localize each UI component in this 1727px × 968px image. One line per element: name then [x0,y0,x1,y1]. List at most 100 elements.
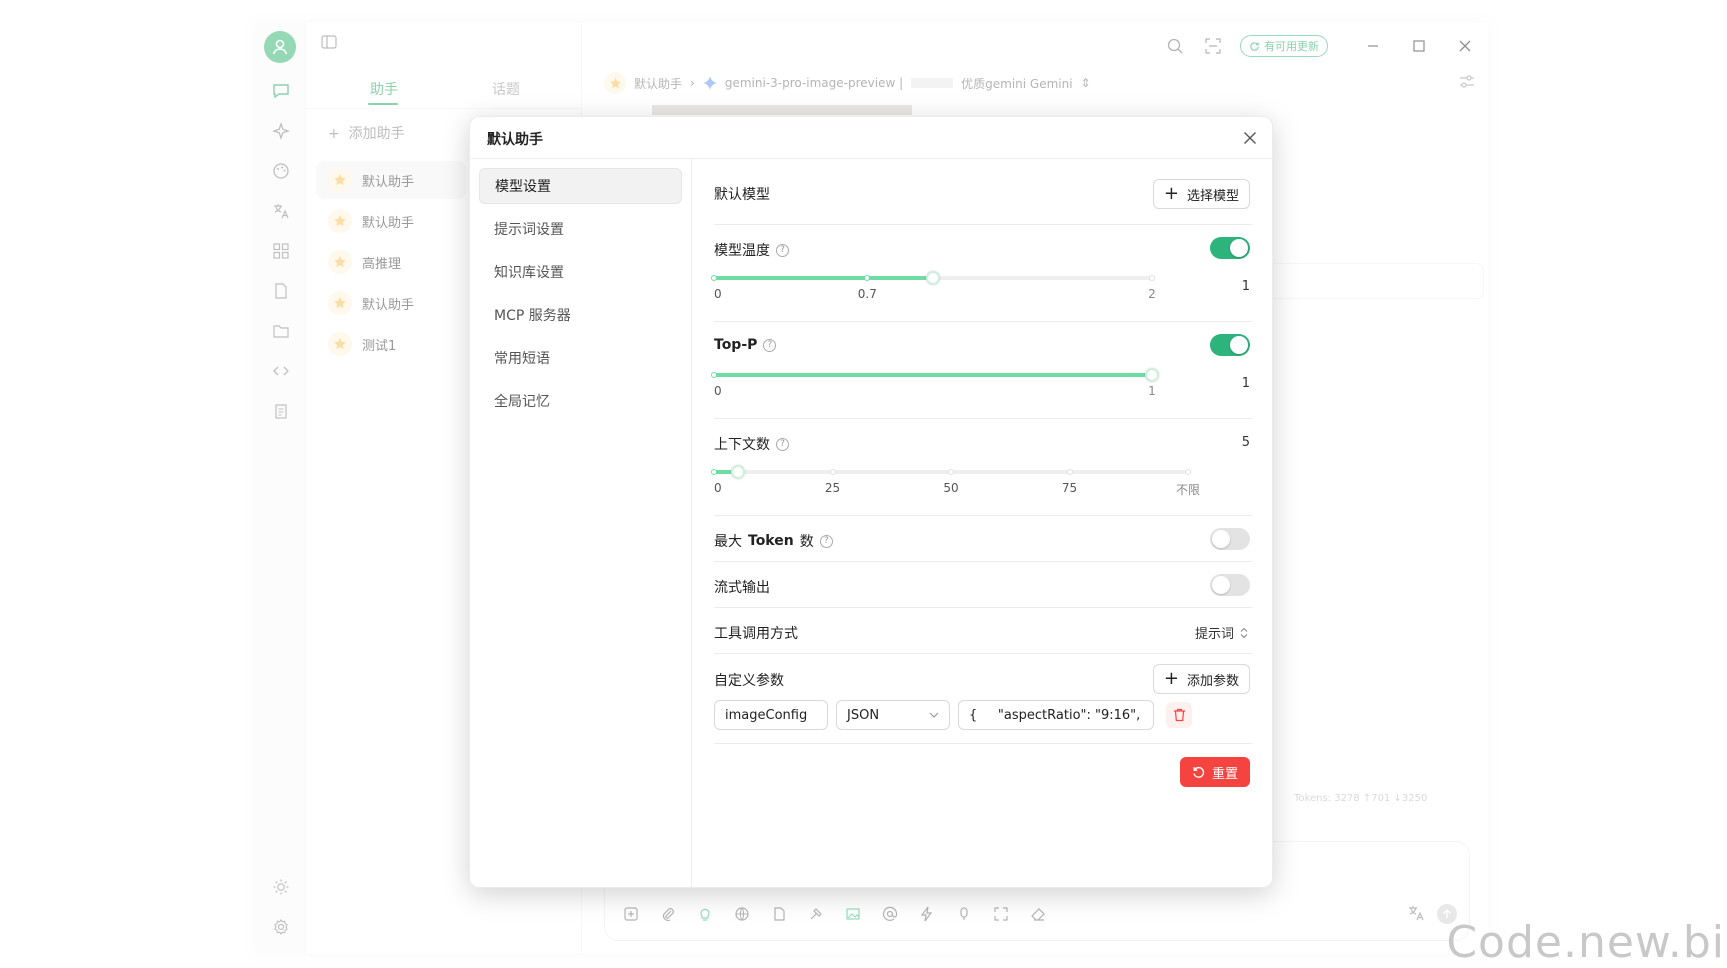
toggle-knob [1212,530,1230,548]
top-p-slider-mark-label: 1 [1148,384,1156,398]
model-settings-panel: 默认模型 + 选择模型 模型温度 ? 0 0.7 2 1 Top-P ? 01 1 … [692,159,1274,887]
temperature-toggle[interactable] [1210,237,1250,259]
context-count-slider-mark-dot [1185,469,1191,475]
context-count-marks: 0 25 50 75 不限 [714,481,1200,497]
custom-params-label-text: 自定义参数 [714,673,784,689]
context-count-slider-handle[interactable] [730,465,745,479]
plus-icon: + [1163,668,1179,689]
temperature-slider[interactable] [711,271,1155,285]
param-value-input[interactable]: { "aspectRatio": "9:16", " [958,700,1154,730]
dialog-close-icon[interactable] [1240,128,1260,148]
temperature-value: 1 [1241,279,1250,294]
stream-output-toggle[interactable] [1210,574,1250,596]
delete-param-button[interactable] [1166,702,1192,728]
nav-prompt-settings[interactable]: 提示词设置 [479,211,682,247]
max-tokens-label-token: Token [748,533,794,549]
temperature-slider-track [714,276,933,280]
context-count-value: 5 [1241,435,1250,450]
temperature-slider-handle[interactable] [926,271,940,285]
select-model-button[interactable]: + 选择模型 [1152,179,1250,209]
divider [714,743,1252,744]
select-model-label: 选择模型 [1186,188,1239,204]
top-p-value: 1 [1241,376,1250,391]
context-count-slider-mark-label: 0 [714,481,722,495]
top-p-slider-mark-label: 0 [714,384,722,398]
reset-button[interactable]: 重置 [1179,757,1250,787]
temperature-label: 模型温度 ? [714,240,789,260]
temperature-label-text: 模型温度 [714,243,770,259]
divider [714,321,1252,322]
toggle-knob [1212,576,1230,594]
divider [714,607,1252,608]
default-model-label: 默认模型 [714,184,770,204]
param-name-input[interactable]: imageConfig [714,700,828,730]
top-p-slider-handle[interactable] [1145,368,1159,382]
tool-call-mode-label-text: 工具调用方式 [714,626,798,642]
reset-icon [1193,766,1205,778]
param-type-value: JSON [847,707,880,723]
top-p-slider-track [714,373,1152,377]
context-count-slider-mark-dot [948,469,954,475]
default-model-label-text: 默认模型 [714,187,770,203]
divider [714,515,1252,516]
temperature-slider-mark-label: 0 [714,287,722,301]
help-icon[interactable]: ? [819,534,833,548]
context-count-slider-mark-label: 不限 [1175,483,1201,497]
chevron-down-icon [929,712,939,718]
nav-knowledge-base-settings[interactable]: 知识库设置 [479,254,682,290]
temperature-marks: 0 0.7 2 [714,287,1156,303]
add-param-button[interactable]: + 添加参数 [1152,664,1250,694]
context-count-slider-mark-label: 75 [1061,481,1078,495]
divider [714,561,1252,562]
context-count-slider-mark-dot [711,469,717,475]
reset-label: 重置 [1211,766,1238,782]
divider [714,653,1252,654]
top-p-label-text: Top-P [714,337,758,353]
nav-model-settings[interactable]: 模型设置 [479,168,682,204]
temperature-slider-mark-dot [1149,275,1155,281]
divider [714,418,1252,419]
max-tokens-toggle[interactable] [1210,528,1250,550]
top-p-label: Top-P ? [714,337,777,353]
tool-call-mode-label: 工具调用方式 [714,623,798,643]
top-p-toggle[interactable] [1210,334,1250,356]
custom-params-label: 自定义参数 [714,670,784,690]
context-count-slider-mark-dot [1066,469,1073,475]
plus-icon: + [1163,183,1179,204]
divider [714,224,1252,225]
help-icon[interactable]: ? [776,243,789,257]
tool-call-mode-select[interactable]: 提示词 [1195,623,1248,642]
assistant-settings-dialog: 默认助手 模型设置 提示词设置 知识库设置 MCP 服务器 常用短语 全局记忆 … [469,116,1274,888]
add-param-label: 添加参数 [1186,673,1239,689]
context-count-slider-mark-label: 50 [943,481,959,495]
stream-output-label-text: 流式输出 [714,580,770,596]
nav-quick-phrases[interactable]: 常用短语 [479,340,682,376]
toggle-knob [1230,239,1248,257]
max-tokens-label: 最大 Token 数 ? [714,531,833,551]
help-icon[interactable]: ? [763,338,777,352]
context-count-slider-mark-label: 25 [824,481,841,495]
context-count-slider[interactable] [711,465,1191,479]
stream-output-label: 流式输出 [714,577,770,597]
top-p-marks: 01 [714,384,1156,400]
temperature-slider-mark-dot [711,275,717,281]
settings-nav: 模型设置 提示词设置 知识库设置 MCP 服务器 常用短语 全局记忆 [470,159,692,887]
context-count-label: 上下文数 ? [714,434,789,454]
nav-mcp-servers[interactable]: MCP 服务器 [479,297,682,333]
help-icon[interactable]: ? [776,437,789,451]
context-count-slider-mark-dot [829,469,836,475]
max-tokens-label-prefix: 最大 [714,534,742,550]
temperature-slider-mark-label: 2 [1148,287,1156,301]
max-tokens-label-suffix: 数 [799,534,814,550]
param-type-select[interactable]: JSON [836,700,950,730]
nav-global-memory[interactable]: 全局记忆 [479,383,682,419]
context-count-label-text: 上下文数 [714,437,770,453]
dialog-title: 默认助手 [487,132,543,148]
trash-icon [1173,708,1185,722]
toggle-knob [1230,336,1248,354]
chevron-updown-icon [1240,627,1248,638]
temperature-slider-mark-dot [864,275,871,281]
top-p-slider[interactable] [711,368,1159,382]
temperature-slider-mark-label: 0.7 [857,287,877,301]
watermark: Code.new.bi [1446,917,1725,968]
